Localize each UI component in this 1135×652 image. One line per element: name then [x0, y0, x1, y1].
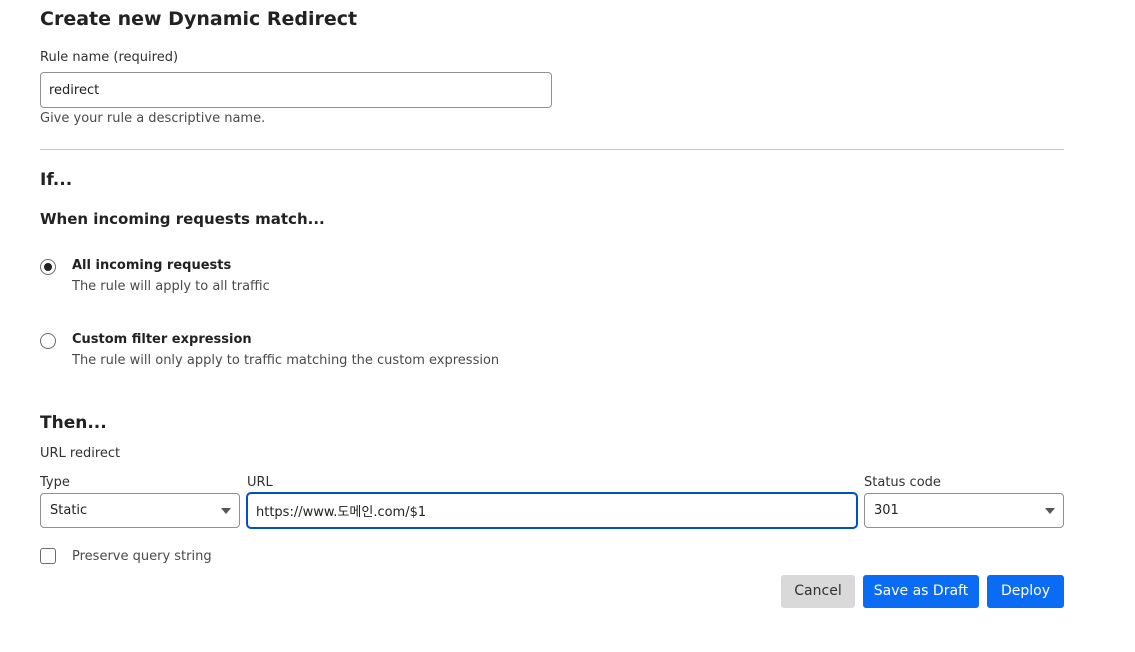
page-title: Create new Dynamic Redirect [40, 8, 358, 30]
chevron-down-icon [221, 508, 231, 514]
rule-name-label: Rule name (required) [40, 50, 179, 65]
status-code-select-value: 301 [874, 503, 899, 518]
all-requests-radio[interactable] [40, 259, 56, 275]
preserve-query-checkbox[interactable] [40, 548, 56, 564]
radio-selected-dot [44, 263, 52, 271]
save-as-draft-button[interactable]: Save as Draft [863, 575, 979, 608]
cancel-button[interactable]: Cancel [781, 575, 855, 608]
rule-name-input[interactable] [40, 72, 552, 108]
then-heading: Then... [40, 413, 107, 433]
type-label: Type [40, 475, 70, 490]
url-redirect-label: URL redirect [40, 446, 121, 461]
url-label: URL [247, 475, 273, 490]
chevron-down-icon [1045, 508, 1055, 514]
status-code-label: Status code [864, 475, 941, 490]
all-requests-description: The rule will apply to all traffic [72, 279, 270, 294]
type-select[interactable]: Static [40, 493, 240, 528]
match-subheading: When incoming requests match... [40, 210, 325, 228]
url-input[interactable] [247, 493, 857, 528]
custom-filter-description: The rule will only apply to traffic matc… [72, 353, 500, 368]
custom-filter-radio[interactable] [40, 333, 56, 349]
section-divider [40, 149, 1064, 150]
deploy-button[interactable]: Deploy [987, 575, 1064, 608]
all-requests-title[interactable]: All incoming requests [72, 258, 231, 273]
type-select-value: Static [50, 503, 88, 518]
create-dynamic-redirect-page: Create new Dynamic Redirect Rule name (r… [0, 0, 1135, 652]
custom-filter-title[interactable]: Custom filter expression [72, 332, 252, 347]
status-code-select[interactable]: 301 [864, 493, 1064, 528]
rule-name-help: Give your rule a descriptive name. [40, 111, 266, 126]
preserve-query-label[interactable]: Preserve query string [72, 549, 212, 564]
if-heading: If... [40, 170, 73, 190]
